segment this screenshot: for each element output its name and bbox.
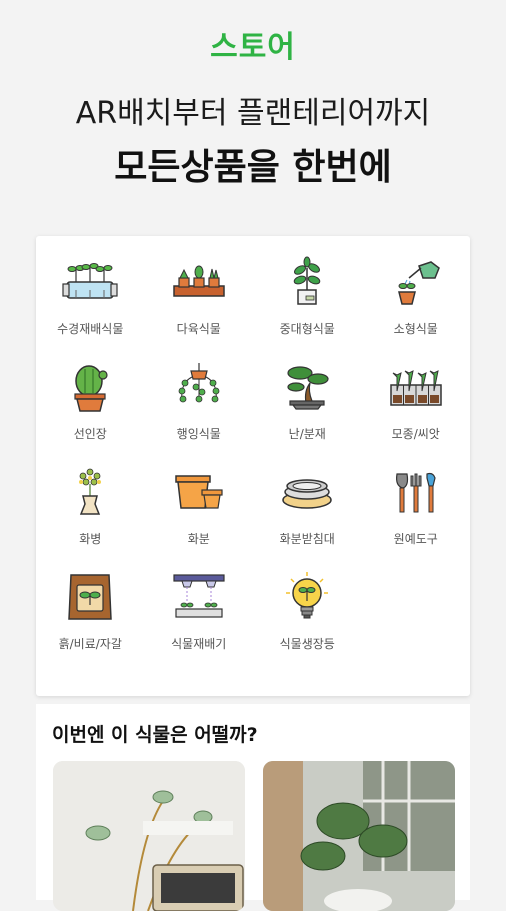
category-label: 행잉식물 <box>176 427 221 441</box>
large-plant-icon <box>293 256 321 305</box>
category-label: 선인장 <box>73 427 107 441</box>
garden-tools-icon <box>395 472 436 513</box>
category-label: 식물생장등 <box>279 637 335 651</box>
grow-light-icon <box>173 574 225 618</box>
recommend-title: 이번엔 이 식물은 어떨까? <box>52 724 258 746</box>
category-flowerpot[interactable]: 화분 <box>145 466 254 571</box>
monstera-photo <box>263 761 455 911</box>
soil-bag-icon <box>68 574 113 620</box>
headline-line1: AR배치부터 플랜테리어까지 <box>75 96 431 131</box>
recommend-product-photo[interactable] <box>53 761 245 911</box>
cactus-icon <box>74 365 108 412</box>
pot-saucer-icon <box>282 479 332 509</box>
category-pot-saucer[interactable]: 화분받침대 <box>253 466 362 571</box>
category-label: 수경재배식물 <box>57 322 124 336</box>
category-seedling[interactable]: 모종/씨앗 <box>362 361 471 466</box>
category-succulent[interactable]: 다육식물 <box>145 256 254 361</box>
category-label: 원예도구 <box>393 532 438 546</box>
category-large-plant[interactable]: 중대형식물 <box>253 256 362 361</box>
category-bonsai[interactable]: 난/분재 <box>253 361 362 466</box>
category-label: 모종/씨앗 <box>391 427 440 441</box>
category-label: 소형식물 <box>393 322 438 336</box>
category-grow-bulb[interactable]: 식물생장등 <box>253 571 362 676</box>
grow-bulb-icon <box>286 572 329 619</box>
category-small-plant[interactable]: 소형식물 <box>362 256 471 361</box>
succulent-icon <box>173 265 225 297</box>
category-card: 수경재배식물 다육식물 중대형식물 소형식물 선인장 행잉식물 난/분재 모종/… <box>36 236 470 696</box>
hanging-plant-icon <box>178 363 220 403</box>
vase-icon <box>79 468 102 515</box>
category-label: 흙/비료/자갈 <box>58 637 122 651</box>
small-plant-icon <box>397 261 440 305</box>
hydroponic-plant-icon <box>62 263 118 299</box>
seedling-icon <box>390 370 442 406</box>
category-vase[interactable]: 화병 <box>36 466 145 571</box>
category-hanging-plant[interactable]: 행잉식물 <box>145 361 254 466</box>
page-title: 스토어 <box>210 30 296 65</box>
category-grow-light[interactable]: 식물재배기 <box>145 571 254 676</box>
recommend-product-photo[interactable] <box>263 761 455 911</box>
category-hydroponic[interactable]: 수경재배식물 <box>36 256 145 361</box>
category-label: 화병 <box>79 532 102 546</box>
recommend-section: 이번엔 이 식물은 어떨까? <box>36 704 470 911</box>
flowerpot-icon <box>175 475 223 509</box>
bonsai-icon <box>287 366 329 410</box>
category-label: 다육식물 <box>176 322 221 336</box>
category-cactus[interactable]: 선인장 <box>36 361 145 466</box>
category-label: 중대형식물 <box>279 322 335 336</box>
category-garden-tools[interactable]: 원예도구 <box>362 466 471 571</box>
category-label: 식물재배기 <box>171 637 227 651</box>
headline-line2: 모든상품을 한번에 <box>114 147 392 188</box>
category-label: 화분받침대 <box>279 532 335 546</box>
category-label: 화분 <box>187 532 210 546</box>
category-grid: 수경재배식물 다육식물 중대형식물 소형식물 선인장 행잉식물 난/분재 모종/… <box>36 256 470 676</box>
air-plant-photo <box>53 761 245 911</box>
category-label: 난/분재 <box>288 427 326 441</box>
category-soil-bag[interactable]: 흙/비료/자갈 <box>36 571 145 676</box>
